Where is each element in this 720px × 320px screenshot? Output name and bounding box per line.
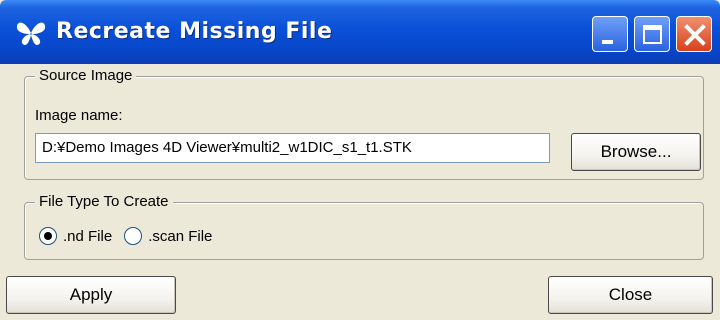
file-type-options: .nd File .scan File bbox=[39, 227, 224, 245]
maximize-icon bbox=[643, 25, 662, 44]
scan-file-radio[interactable] bbox=[124, 227, 143, 245]
image-name-label: Image name: bbox=[35, 107, 123, 124]
close-button[interactable]: Close bbox=[548, 276, 713, 314]
maximize-button[interactable] bbox=[634, 16, 670, 52]
minimize-icon bbox=[602, 40, 613, 44]
file-type-group-label: File Type To Create bbox=[35, 193, 173, 210]
scan-file-label[interactable]: .scan File bbox=[148, 228, 212, 245]
close-window-button[interactable] bbox=[676, 16, 712, 52]
close-icon bbox=[684, 24, 706, 46]
source-image-group: Source Image Image name: D:¥Demo Images … bbox=[24, 67, 704, 180]
title-bar[interactable]: Recreate Missing File bbox=[0, 0, 720, 64]
apply-button[interactable]: Apply bbox=[6, 276, 176, 314]
image-name-input[interactable]: D:¥Demo Images 4D Viewer¥multi2_w1DIC_s1… bbox=[35, 133, 550, 163]
source-image-group-label: Source Image bbox=[35, 67, 137, 84]
window-title: Recreate Missing File bbox=[56, 19, 333, 44]
browse-button[interactable]: Browse... bbox=[571, 133, 701, 171]
minimize-button[interactable] bbox=[592, 16, 628, 52]
file-type-group: File Type To Create .nd File .scan File bbox=[24, 193, 704, 260]
recreate-missing-file-dialog: Recreate Missing File Source Image Image… bbox=[0, 0, 720, 320]
nd-file-radio[interactable] bbox=[39, 227, 57, 245]
nd-file-label[interactable]: .nd File bbox=[63, 228, 112, 245]
butterfly-icon bbox=[16, 20, 46, 46]
